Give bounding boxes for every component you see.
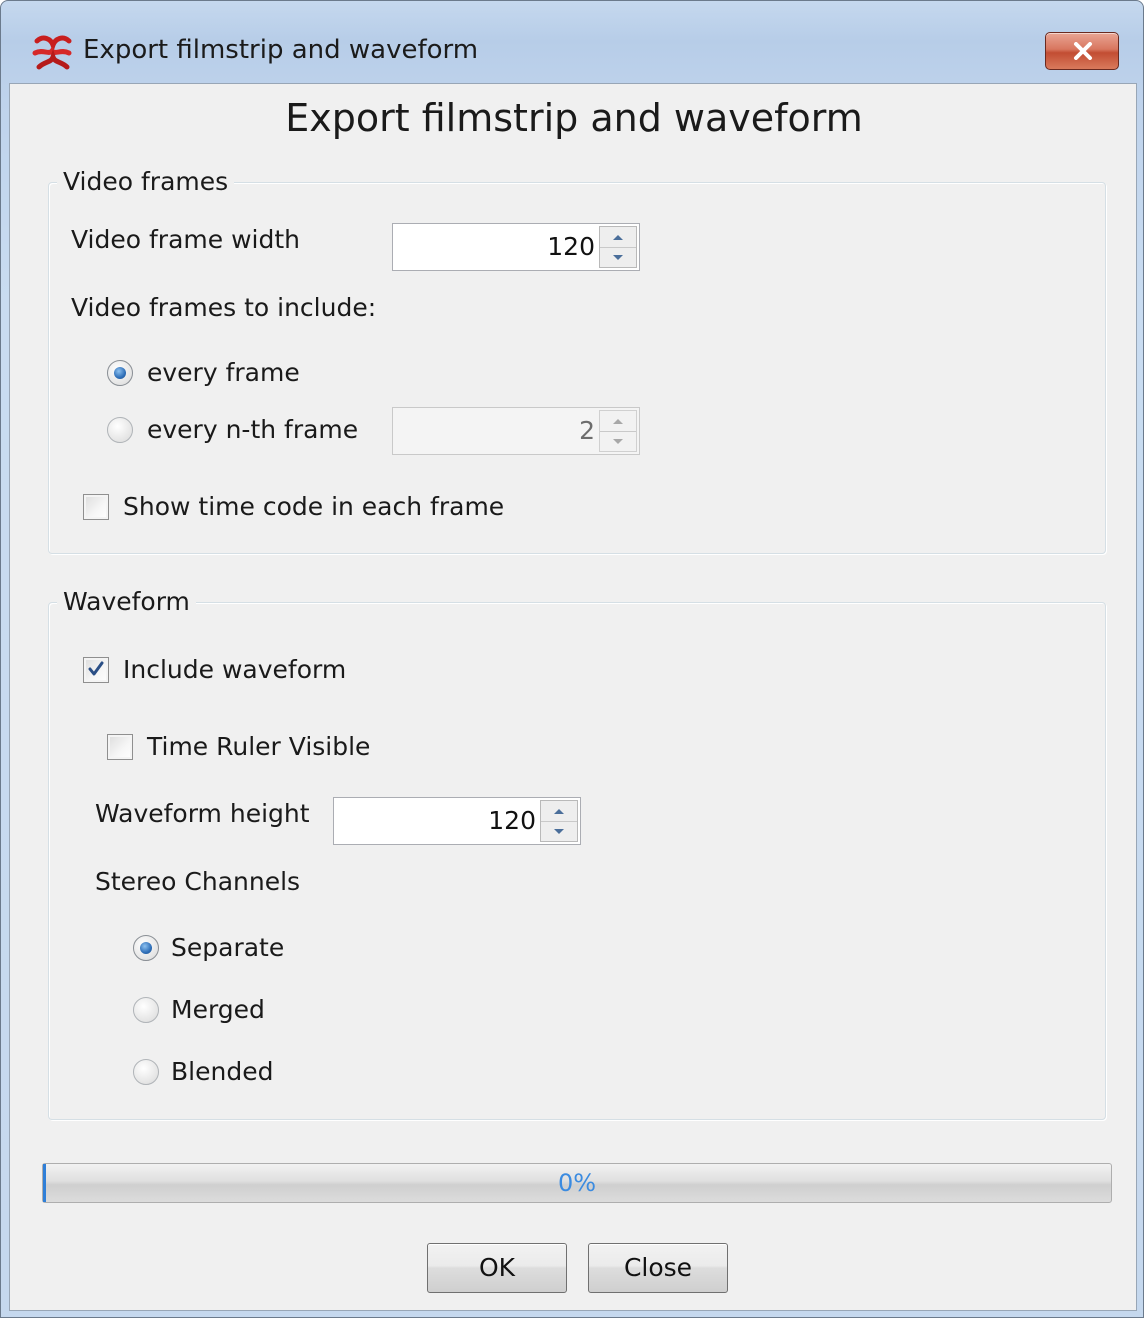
radio-separate[interactable]: Separate bbox=[133, 931, 353, 967]
radio-button-selected[interactable] bbox=[133, 935, 159, 961]
close-icon bbox=[1074, 42, 1092, 60]
waveform-height-value[interactable]: 120 bbox=[488, 806, 536, 836]
video-frame-width-spinner[interactable]: 120 bbox=[392, 223, 640, 271]
time-ruler-visible-checkbox[interactable] bbox=[107, 734, 133, 760]
show-time-code-label: Show time code in each frame bbox=[123, 492, 505, 521]
waveform-legend: Waveform bbox=[57, 587, 196, 617]
include-waveform-checkbox-row[interactable]: Include waveform bbox=[83, 653, 383, 689]
checkmark-icon bbox=[88, 661, 104, 676]
waveform-height-label: Waveform height bbox=[95, 799, 310, 828]
nth-frame-value: 2 bbox=[579, 416, 595, 445]
radio-separate-label: Separate bbox=[171, 933, 285, 962]
radio-merged[interactable]: Merged bbox=[133, 993, 353, 1029]
radio-button-unselected[interactable] bbox=[107, 417, 133, 443]
spin-down-arrow-icon bbox=[600, 431, 636, 451]
nth-frame-spinner: 2 bbox=[392, 407, 640, 455]
video-frame-width-label: Video frame width bbox=[71, 225, 300, 254]
export-progress-bar: 0% bbox=[42, 1163, 1112, 1203]
ok-button[interactable]: OK bbox=[427, 1243, 567, 1293]
radio-blended-label: Blended bbox=[171, 1057, 274, 1086]
window-close-button[interactable] bbox=[1045, 32, 1119, 70]
dialog-heading: Export filmstrip and waveform bbox=[285, 96, 863, 140]
radio-button-selected[interactable] bbox=[107, 360, 133, 386]
spin-up-arrow-icon bbox=[600, 411, 636, 432]
video-frames-legend: Video frames bbox=[57, 167, 235, 197]
app-logo-icon bbox=[32, 35, 72, 70]
video-frame-width-stepper[interactable] bbox=[599, 226, 637, 268]
show-time-code-checkbox[interactable] bbox=[83, 494, 109, 520]
waveform-height-spinner[interactable]: 120 bbox=[333, 797, 581, 845]
radio-every-nth-frame-label: every n-th frame bbox=[147, 415, 359, 444]
spin-up-arrow-icon[interactable] bbox=[541, 801, 577, 822]
dialog-content: Export filmstrip and waveform Video fram… bbox=[9, 83, 1137, 1311]
time-ruler-visible-checkbox-row[interactable]: Time Ruler Visible bbox=[107, 730, 407, 766]
window-title: Export filmstrip and waveform bbox=[83, 35, 479, 65]
radio-every-frame-label: every frame bbox=[147, 358, 300, 387]
spin-down-arrow-icon[interactable] bbox=[600, 247, 636, 267]
radio-merged-label: Merged bbox=[171, 995, 265, 1024]
video-frames-to-include-label: Video frames to include: bbox=[71, 293, 377, 322]
include-waveform-checkbox[interactable] bbox=[83, 657, 109, 683]
close-button[interactable]: Close bbox=[588, 1243, 728, 1293]
video-frame-width-value[interactable]: 120 bbox=[547, 232, 595, 262]
radio-button-unselected[interactable] bbox=[133, 1059, 159, 1085]
nth-frame-stepper bbox=[599, 410, 637, 452]
video-frames-group: Video frames Video frame width 120 Video… bbox=[48, 167, 1106, 554]
radio-every-frame[interactable]: every frame bbox=[107, 356, 367, 392]
radio-button-unselected[interactable] bbox=[133, 997, 159, 1023]
time-ruler-visible-label: Time Ruler Visible bbox=[147, 732, 371, 761]
stereo-channels-label: Stereo Channels bbox=[95, 867, 301, 896]
spin-down-arrow-icon[interactable] bbox=[541, 821, 577, 841]
include-waveform-label: Include waveform bbox=[123, 655, 347, 684]
title-bar[interactable]: Export filmstrip and waveform bbox=[1, 1, 1143, 83]
show-time-code-checkbox-row[interactable]: Show time code in each frame bbox=[83, 490, 505, 526]
radio-blended[interactable]: Blended bbox=[133, 1055, 353, 1091]
waveform-group: Waveform Include waveform Time Ruler Vis… bbox=[48, 587, 1106, 1120]
dialog-window: Export filmstrip and waveform Export fil… bbox=[0, 0, 1144, 1318]
radio-every-nth-frame[interactable]: every n-th frame bbox=[107, 413, 367, 449]
spin-up-arrow-icon[interactable] bbox=[600, 227, 636, 248]
progress-percent-text: 0% bbox=[557, 1169, 597, 1197]
waveform-height-stepper[interactable] bbox=[540, 800, 578, 842]
